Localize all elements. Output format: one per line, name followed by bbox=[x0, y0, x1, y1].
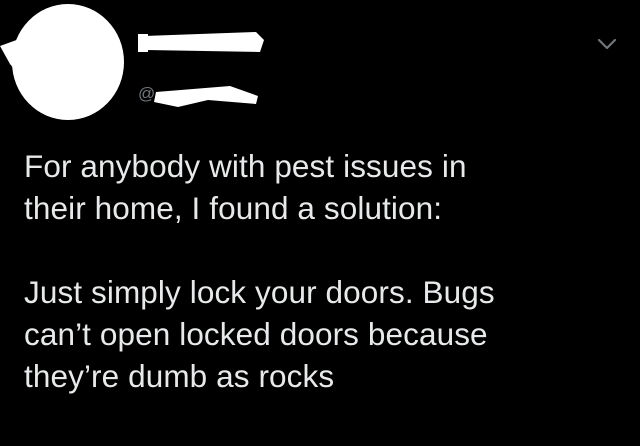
user-handle[interactable]: @ bbox=[138, 80, 268, 108]
display-name[interactable] bbox=[138, 30, 266, 56]
avatar[interactable] bbox=[0, 0, 130, 125]
tweet-paragraph-1: For anybody with pest issues in their ho… bbox=[24, 145, 624, 229]
tweet-line: Just simply lock your doors. Bugs bbox=[24, 274, 495, 310]
chevron-down-icon[interactable] bbox=[596, 36, 618, 52]
tweet-line: they’re dumb as rocks bbox=[24, 358, 335, 394]
tweet-line: their home, I found a solution: bbox=[24, 190, 443, 226]
tweet-text: For anybody with pest issues in their ho… bbox=[24, 145, 624, 397]
tweet-line: can’t open locked doors because bbox=[24, 316, 488, 352]
tweet-card: @ For anybody with pest issues in their … bbox=[0, 0, 640, 446]
handle-redaction bbox=[154, 86, 258, 107]
tweet-paragraph-2: Just simply lock your doors. Bugs can’t … bbox=[24, 271, 624, 397]
tweet-line: For anybody with pest issues in bbox=[24, 148, 467, 184]
